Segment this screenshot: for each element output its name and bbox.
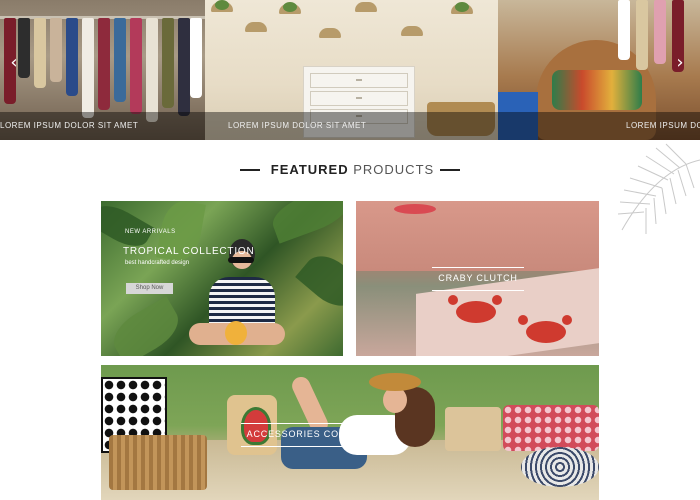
carousel-caption: LOREM IPSUM DOLOR: [626, 121, 700, 130]
palm-leaf-icon: [617, 143, 700, 234]
card-subtitle: best handcrafted design: [125, 260, 190, 266]
heading-divider: [240, 169, 260, 171]
garment: [34, 18, 46, 88]
plant: [283, 2, 297, 12]
chevron-right-icon[interactable]: ›: [672, 54, 688, 72]
heading-divider: [440, 169, 460, 171]
leaf: [105, 296, 187, 356]
plant: [455, 2, 469, 12]
garment: [162, 18, 174, 108]
garment: [98, 18, 110, 110]
carousel-caption: LOREM IPSUM DOLOR SIT AMET: [0, 121, 139, 130]
chevron-left-icon[interactable]: ‹: [6, 54, 22, 72]
crab-embroidery: [526, 321, 566, 343]
card-title: TROPICAL COLLECTION: [123, 246, 255, 257]
patterned-cushion: [552, 70, 642, 110]
garment: [146, 18, 158, 122]
garment: [618, 0, 630, 60]
card-eyebrow: NEW ARRIVALS: [125, 229, 176, 235]
garment: [114, 18, 126, 102]
straw-bag: [445, 407, 501, 451]
flower-bag: [503, 405, 599, 451]
picnic-basket: [109, 435, 207, 490]
shop-now-button[interactable]: Shop Now: [126, 283, 173, 294]
plant: [215, 0, 229, 10]
model-neck: [356, 201, 599, 271]
garment: [130, 18, 142, 114]
garment: [636, 0, 648, 70]
pineapple: [225, 321, 247, 345]
craby-clutch-card[interactable]: CRABY CLUTCH: [356, 201, 599, 356]
round-basket: [521, 447, 599, 487]
carousel-caption: LOREM IPSUM DOLOR SIT AMET: [228, 121, 367, 130]
leaf: [295, 246, 343, 316]
wall-planter: [319, 28, 341, 38]
wall-planter: [401, 26, 423, 36]
card-title: ACCESSORIES COLLECTION: [246, 429, 390, 439]
straw-hat: [369, 373, 421, 391]
featured-heading: FEATURED PRODUCTS: [0, 160, 700, 180]
hero-carousel[interactable]: LOREM IPSUM DOLOR SIT AMET LOREM IPSUM D…: [0, 0, 700, 140]
accessories-collection-card[interactable]: ACCESSORIES COLLECTION: [101, 365, 599, 500]
wall-planter: [245, 22, 267, 32]
garment: [654, 0, 666, 64]
garment: [82, 18, 94, 118]
garment: [50, 18, 62, 82]
crab-embroidery: [456, 301, 496, 323]
model-lips: [394, 204, 436, 214]
sunglasses: [228, 257, 254, 263]
section-title: FEATURED PRODUCTS: [270, 162, 435, 177]
garment: [190, 18, 202, 98]
section-title-light: PRODUCTS: [353, 162, 435, 177]
leaf: [267, 201, 343, 244]
section-title-bold: FEATURED: [270, 162, 349, 177]
wall-planter: [355, 2, 377, 12]
garment: [178, 18, 190, 116]
tropical-collection-card[interactable]: NEW ARRIVALS TROPICAL COLLECTION best ha…: [101, 201, 343, 356]
card-title: CRABY CLUTCH: [438, 273, 518, 283]
garment: [66, 18, 78, 96]
